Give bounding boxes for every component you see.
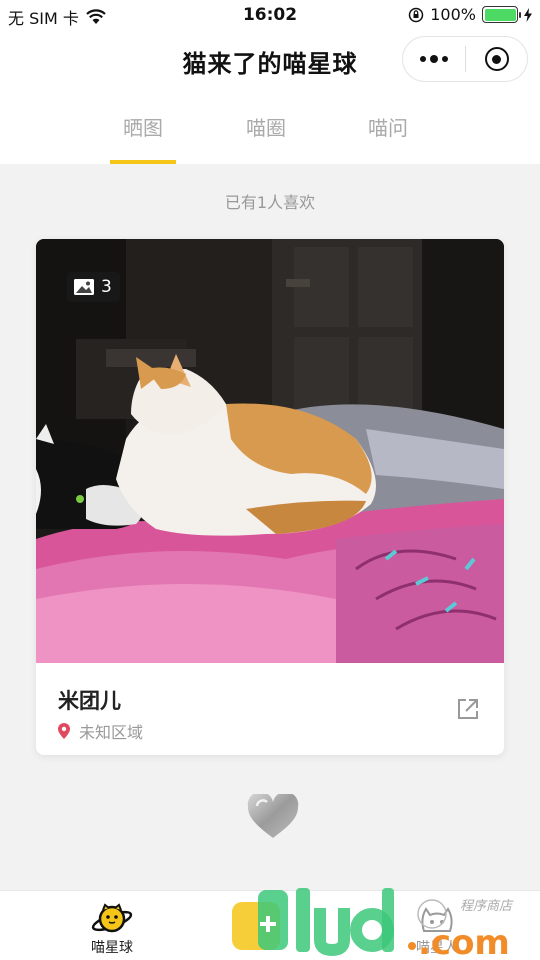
cat-photo-illustration bbox=[36, 239, 504, 663]
active-tab-indicator bbox=[110, 160, 176, 164]
target-dot bbox=[492, 54, 501, 64]
target-icon bbox=[484, 47, 509, 71]
share-icon[interactable] bbox=[454, 695, 482, 723]
orientation-lock-icon bbox=[409, 7, 424, 22]
planet-cat-icon bbox=[91, 903, 133, 933]
tab-bar-top: 晒图 喵圈 喵问 bbox=[0, 92, 540, 164]
like-count-text: 已有1人喜欢 bbox=[224, 193, 316, 212]
more-button[interactable] bbox=[403, 37, 465, 81]
image-count: 3 bbox=[101, 277, 112, 297]
post-photo[interactable]: 3 bbox=[36, 239, 504, 663]
pet-name: 米团儿 bbox=[58, 689, 121, 713]
tabbar-item-cats[interactable]: 喵星人 bbox=[382, 891, 492, 960]
more-dot-icon bbox=[442, 56, 448, 62]
nav-bar: 猫来了的喵星球 bbox=[0, 30, 540, 92]
status-bar: 无 SIM 卡 16:02 100% bbox=[0, 0, 540, 30]
tab-circle[interactable]: 喵圈 bbox=[221, 112, 311, 141]
cat-face-icon bbox=[421, 907, 453, 932]
image-count-badge: 3 bbox=[67, 272, 120, 302]
location-text: 未知区域 bbox=[79, 723, 144, 742]
bottom-tab-bar: 喵星球 喵星人 bbox=[0, 890, 540, 960]
tabbar-label-planet: 喵星球 bbox=[91, 940, 133, 956]
post-card[interactable]: 3 米团儿 未知区域 bbox=[36, 239, 504, 755]
miniprogram-capsule bbox=[402, 36, 528, 82]
tab-photos[interactable]: 晒图 bbox=[98, 112, 188, 141]
tabbar-item-planet[interactable]: 喵星球 bbox=[57, 891, 167, 960]
more-dot-icon bbox=[420, 56, 426, 62]
battery-icon bbox=[482, 6, 521, 23]
battery-fill bbox=[484, 8, 516, 21]
tabbar-label-cats: 喵星人 bbox=[416, 940, 458, 956]
close-miniprogram-button[interactable] bbox=[466, 37, 527, 81]
location-pin-icon bbox=[58, 723, 70, 739]
location-row: 未知区域 bbox=[58, 719, 143, 743]
charging-icon bbox=[524, 7, 532, 22]
like-heart-icon[interactable] bbox=[247, 794, 299, 840]
status-right: 100% bbox=[408, 5, 532, 24]
more-dot-icon bbox=[430, 55, 438, 63]
battery-percent: 100% bbox=[430, 5, 476, 24]
tab-questions[interactable]: 喵问 bbox=[343, 112, 433, 141]
image-icon bbox=[74, 279, 94, 295]
